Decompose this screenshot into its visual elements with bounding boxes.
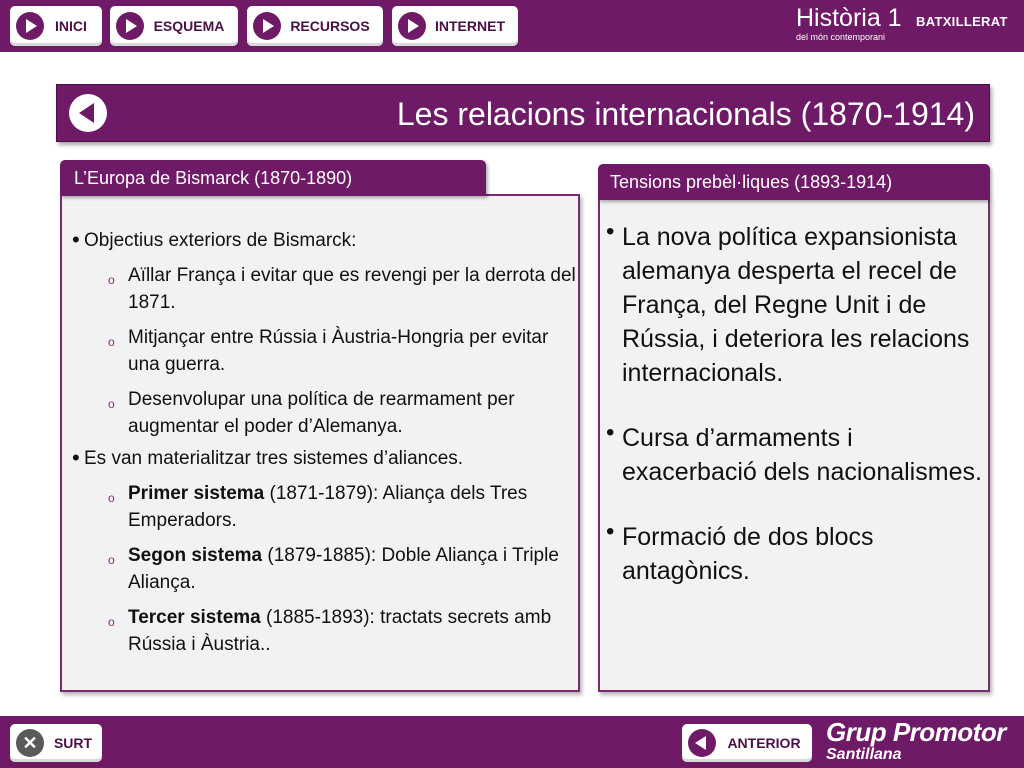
sub-list-item: o Tercer sistema (1885-1893): tractats s… <box>108 604 577 658</box>
bullet-text: Objectius exteriors de Bismarck: <box>84 230 357 251</box>
circle-bullet-icon: o <box>108 491 115 505</box>
publisher-logo: Grup Promotor Santillana <box>826 718 1006 764</box>
bullet-icon: • <box>606 419 615 446</box>
bullet-text: La nova política expansionista alemanya … <box>622 223 970 387</box>
play-icon <box>16 12 44 40</box>
sub-list-item: o Primer sistema (1871-1879): Aliança de… <box>108 480 577 534</box>
sub-list-item: o Aïllar França i evitar que es revengi … <box>108 262 577 316</box>
nav-button-esquema[interactable]: ESQUEMA <box>110 6 238 46</box>
brand-logo: Història 1 BATXILLERAT del món contempor… <box>796 4 1008 42</box>
circle-bullet-icon: o <box>108 335 115 349</box>
list-item: • Formació de dos blocs antagònics. <box>606 520 986 588</box>
left-panel-content: • Objectius exteriors de Bismarck: o Aïl… <box>72 227 577 666</box>
sub-list-item: o Desenvolupar una política de rearmamen… <box>108 386 577 440</box>
bullet-icon: • <box>72 445 80 470</box>
right-panel-content: • La nova política expansionista alemany… <box>606 220 986 619</box>
slide-title-banner: Les relacions internacionals (1870-1914) <box>56 84 990 142</box>
sub-item-bold: Tercer sistema <box>128 607 261 628</box>
play-icon <box>116 12 144 40</box>
right-panel-heading: Tensions prebèl·liques (1893-1914) <box>598 164 990 200</box>
bullet-text: Cursa d’armaments i exacerbació dels nac… <box>622 424 982 486</box>
bullet-icon: • <box>72 227 80 252</box>
nav-button-label: ESQUEMA <box>153 18 225 34</box>
brand-subtitle: del món contemporani <box>796 32 886 42</box>
exit-button-label: SURT <box>53 735 93 751</box>
sub-item-text: Mitjançar entre Rússia i Àustria-Hongria… <box>128 327 549 375</box>
bullet-icon: • <box>606 218 615 245</box>
previous-button-label: ANTERIOR <box>727 735 801 751</box>
brand-level: BATXILLERAT <box>916 14 1008 29</box>
back-arrow-icon <box>688 729 716 757</box>
close-icon: ✕ <box>16 729 44 757</box>
left-panel-heading: L’Europa de Bismarck (1870-1890) <box>60 160 486 196</box>
sub-item-text: Aïllar França i evitar que es revengi pe… <box>128 265 576 313</box>
circle-bullet-icon: o <box>108 397 115 411</box>
bullet-icon: • <box>606 518 615 545</box>
previous-button[interactable]: ANTERIOR <box>682 724 812 762</box>
play-icon <box>253 12 281 40</box>
sub-item-text: Desenvolupar una política de rearmament … <box>128 389 515 437</box>
nav-button-recursos[interactable]: RECURSOS <box>247 6 383 46</box>
play-icon <box>398 12 426 40</box>
slide-title: Les relacions internacionals (1870-1914) <box>396 96 975 132</box>
circle-bullet-icon: o <box>108 553 115 567</box>
nav-button-internet[interactable]: INTERNET <box>392 6 518 46</box>
exit-button[interactable]: ✕ SURT <box>10 724 102 762</box>
list-item: • Cursa d’armaments i exacerbació dels n… <box>606 421 986 489</box>
sub-item-bold: Primer sistema <box>128 483 265 504</box>
circle-bullet-icon: o <box>108 615 115 629</box>
nav-button-inici[interactable]: INICI <box>10 6 102 46</box>
nav-button-label: INTERNET <box>435 18 505 34</box>
bullet-text: Es van materialitzar tres sistemes d’ali… <box>84 448 464 469</box>
circle-bullet-icon: o <box>108 273 115 287</box>
back-arrow-icon[interactable] <box>69 94 107 132</box>
sub-item-bold: Segon sistema <box>128 545 263 566</box>
brand-title: Història 1 <box>796 4 902 32</box>
sub-list-item: o Mitjançar entre Rússia i Àustria-Hongr… <box>108 324 577 378</box>
list-item: • Objectius exteriors de Bismarck: <box>72 227 577 252</box>
nav-button-label: RECURSOS <box>290 18 370 34</box>
list-item: • La nova política expansionista alemany… <box>606 220 986 390</box>
list-item: • Es van materialitzar tres sistemes d’a… <box>72 445 577 470</box>
nav-button-label: INICI <box>55 18 87 34</box>
sub-list-item: o Segon sistema (1879-1885): Doble Alian… <box>108 542 577 596</box>
publisher-subname: Santillana <box>826 746 902 763</box>
top-navigation-bar: INICI ESQUEMA RECURSOS INTERNET Història… <box>0 0 1024 52</box>
bullet-text: Formació de dos blocs antagònics. <box>622 523 874 585</box>
publisher-name: Grup Promotor <box>826 717 1006 747</box>
